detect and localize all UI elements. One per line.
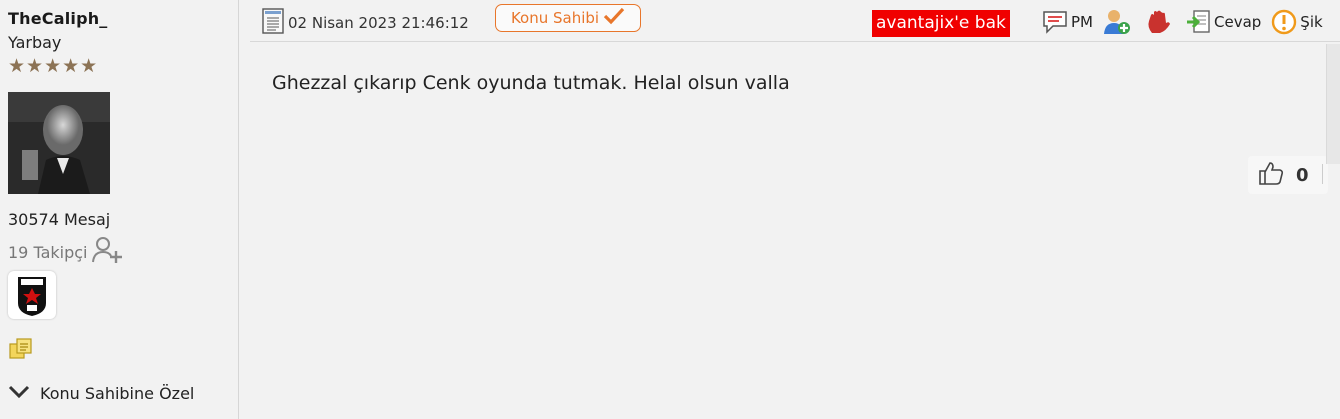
rank-stars: ★★★★★ xyxy=(8,55,99,77)
thumbs-up-icon[interactable] xyxy=(1258,161,1284,189)
pm-label: PM xyxy=(1071,13,1093,31)
avatar[interactable] xyxy=(8,92,110,194)
topic-owner-badge: Konu Sahibi xyxy=(495,4,641,32)
like-count: 0 xyxy=(1296,164,1309,186)
owner-special-label: Konu Sahibine Özel xyxy=(40,384,195,403)
add-user-icon xyxy=(1104,10,1130,34)
like-divider xyxy=(1322,164,1323,184)
warning-icon xyxy=(1272,9,1297,35)
post-content: Ghezzal çıkarıp Cenk oyunda tutmak. Hela… xyxy=(272,72,790,94)
document-icon xyxy=(262,8,284,38)
user-sidebar: TheCaliph_ Yarbay ★★★★★ 30574 Mesaj 19 T… xyxy=(0,0,239,419)
report-button[interactable]: Şik xyxy=(1271,9,1323,35)
post-date: 02 Nisan 2023 21:46:12 xyxy=(262,8,469,38)
promo-button[interactable]: avantajix'e bak xyxy=(872,10,1010,37)
post-header: 02 Nisan 2023 21:46:12 Konu Sahibi avant… xyxy=(250,0,1340,42)
post-actions: PM Cevap Şik xyxy=(1042,9,1333,35)
reply-icon xyxy=(1187,10,1210,33)
owner-special-toggle[interactable]: Konu Sahibine Özel xyxy=(8,384,194,403)
reply-label: Cevap xyxy=(1214,13,1262,31)
like-widget: 0 xyxy=(1248,156,1328,194)
team-logo[interactable] xyxy=(8,271,56,319)
stop-hand-icon xyxy=(1148,10,1170,33)
topic-owner-label: Konu Sahibi xyxy=(510,9,600,27)
scrollbar[interactable] xyxy=(1326,44,1340,164)
report-label: Şik xyxy=(1300,13,1323,31)
user-rank: Yarbay xyxy=(8,33,62,52)
reply-button[interactable]: Cevap xyxy=(1185,9,1261,35)
message-icon xyxy=(1043,11,1067,34)
add-follower-icon[interactable] xyxy=(92,236,124,268)
block-button[interactable] xyxy=(1144,9,1175,35)
post-date-text[interactable]: 02 Nisan 2023 21:46:12 xyxy=(288,14,469,32)
checkmark-icon xyxy=(603,7,625,29)
copy-icon[interactable] xyxy=(9,338,33,366)
add-friend-button[interactable] xyxy=(1103,9,1134,35)
pm-button[interactable]: PM xyxy=(1042,10,1093,34)
username-link[interactable]: TheCaliph_ xyxy=(8,9,108,28)
followers: 19 Takipçi xyxy=(8,236,124,268)
followers-count[interactable]: 19 Takipçi xyxy=(8,243,87,262)
chevron-down-icon xyxy=(8,384,30,403)
message-count[interactable]: 30574 Mesaj xyxy=(8,210,110,229)
